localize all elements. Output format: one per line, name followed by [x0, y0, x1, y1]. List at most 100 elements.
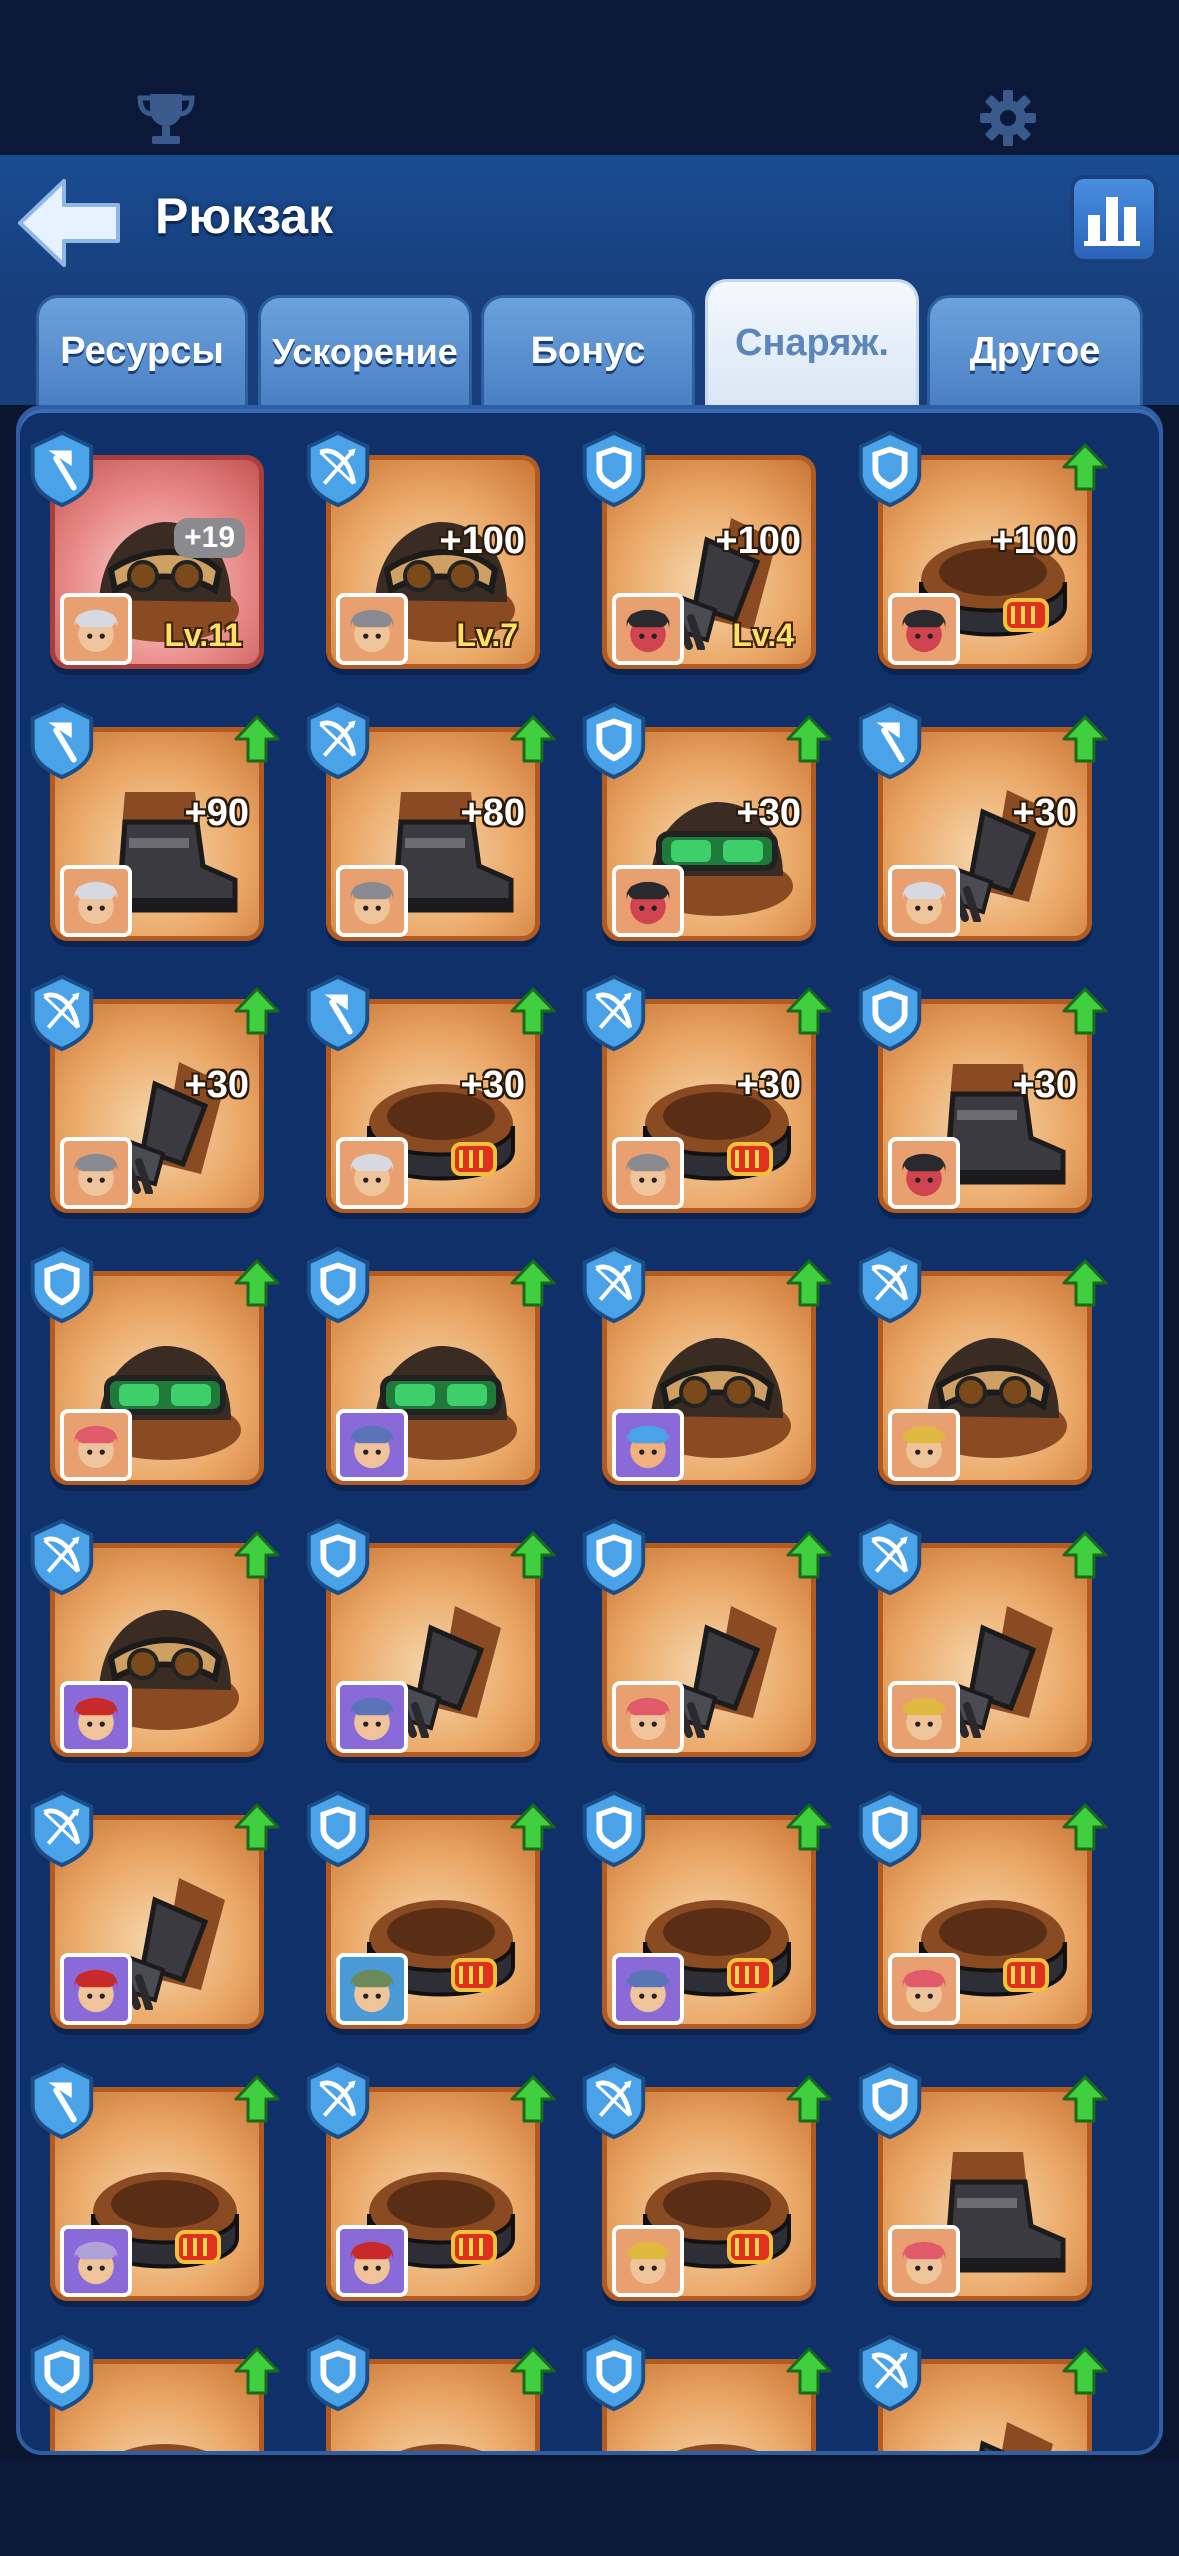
- equipment-slot[interactable]: +30: [26, 953, 280, 1213]
- item-bonus: +30: [1012, 1064, 1077, 1106]
- spear-type-icon: [306, 974, 370, 1052]
- item-bonus: +30: [736, 1064, 801, 1106]
- shield-type-icon: [858, 1790, 922, 1868]
- shield-type-icon: [582, 702, 646, 780]
- equipment-slot[interactable]: [578, 1769, 832, 2029]
- hero-avatar-knight: [612, 593, 684, 665]
- hero-avatar-pink-hat: [612, 1681, 684, 1753]
- bow-type-icon: [582, 1246, 646, 1324]
- bow-type-icon: [306, 2062, 370, 2140]
- hero-avatar-miner: [888, 1409, 960, 1481]
- equipment-slot[interactable]: +30: [302, 953, 556, 1213]
- equipment-slot[interactable]: [854, 2313, 1108, 2451]
- hero-avatar-bearded: [612, 1137, 684, 1209]
- upgrade-arrow-icon: [234, 987, 280, 1035]
- equipment-slot[interactable]: +30: [578, 953, 832, 1213]
- equipment-panel[interactable]: +19 Lv.11 +100 Lv.7 +100 Lv.4 +100 +90 +80 +30 +30…: [16, 405, 1163, 2455]
- equipment-slot[interactable]: [854, 1225, 1108, 1485]
- bow-type-icon: [30, 974, 94, 1052]
- equipment-slot[interactable]: [302, 1225, 556, 1485]
- equipment-slot[interactable]: [302, 2313, 556, 2451]
- tab-bar: Ресурсы Ускорение Бонус Снаряж. Другое: [0, 279, 1179, 405]
- equipment-slot[interactable]: +30: [854, 953, 1108, 1213]
- equipment-slot[interactable]: +100 Lv.4: [578, 409, 818, 669]
- upgrade-arrow-icon: [786, 987, 832, 1035]
- upgrade-arrow-icon: [510, 1531, 556, 1579]
- hero-avatar-knight: [888, 593, 960, 665]
- upgrade-arrow-icon: [234, 1531, 280, 1579]
- item-bonus: +90: [184, 792, 249, 834]
- hero-avatar-miner: [612, 2225, 684, 2297]
- equipment-slot[interactable]: [578, 2313, 832, 2451]
- tab-resources[interactable]: Ресурсы: [36, 295, 248, 405]
- upgrade-arrow-icon: [510, 1259, 556, 1307]
- tab-bonus[interactable]: Бонус: [481, 295, 695, 405]
- upgrade-arrow-icon: [1062, 443, 1108, 491]
- upgrade-arrow-icon: [234, 1803, 280, 1851]
- equipment-slot[interactable]: [302, 1769, 556, 2029]
- equipment-slot[interactable]: [578, 1225, 832, 1485]
- equipment-slot[interactable]: [854, 1497, 1108, 1757]
- item-bonus: +30: [1012, 792, 1077, 834]
- item-bonus: +100: [439, 520, 525, 562]
- hero-avatar-pink-hat: [60, 1409, 132, 1481]
- hero-avatar-goggles-man: [612, 1409, 684, 1481]
- equipment-slot[interactable]: [26, 2041, 280, 2301]
- equipment-slot[interactable]: [26, 1225, 280, 1485]
- bottom-bar: [0, 2460, 1179, 2556]
- stats-button[interactable]: [1070, 175, 1158, 263]
- gear-icon[interactable]: [978, 88, 1038, 148]
- equipment-slot[interactable]: [854, 1769, 1108, 2029]
- belt-icon: [400, 2444, 482, 2451]
- tab-other[interactable]: Другое: [927, 295, 1143, 405]
- equipment-slot[interactable]: +30: [578, 681, 832, 941]
- equipment-slot[interactable]: [302, 1497, 556, 1757]
- equipment-slot[interactable]: +80: [302, 681, 556, 941]
- upgrade-arrow-icon: [1062, 987, 1108, 1035]
- equipment-slot[interactable]: +100 Lv.7: [302, 409, 542, 669]
- shield-type-icon: [306, 2334, 370, 2412]
- hero-avatar-pink-hat: [888, 1953, 960, 2025]
- equipment-slot[interactable]: +90: [26, 681, 280, 941]
- equipment-slot[interactable]: +19 Lv.11: [26, 409, 266, 669]
- equipment-slot[interactable]: [578, 1497, 832, 1757]
- spear-type-icon: [858, 702, 922, 780]
- hero-avatar-dwarf: [336, 1681, 408, 1753]
- back-arrow-icon[interactable]: [14, 175, 124, 271]
- equipment-slot[interactable]: [26, 2313, 280, 2451]
- equipment-slot[interactable]: [26, 1769, 280, 2029]
- equipment-slot[interactable]: +100: [854, 409, 1108, 669]
- equipment-slot[interactable]: [26, 1497, 280, 1757]
- item-bonus: +30: [460, 1064, 525, 1106]
- upgrade-arrow-icon: [1062, 2347, 1108, 2395]
- item-bonus: +100: [991, 520, 1077, 562]
- hero-avatar-white-hair: [60, 865, 132, 937]
- bow-type-icon: [582, 2062, 646, 2140]
- hero-avatar-red-hair: [60, 1953, 132, 2025]
- shield-type-icon: [858, 430, 922, 508]
- tab-boost[interactable]: Ускорение: [258, 295, 472, 405]
- equipment-slot[interactable]: +30: [854, 681, 1108, 941]
- bow-type-icon: [582, 974, 646, 1052]
- tab-equipment[interactable]: Снаряж.: [705, 279, 919, 405]
- shield-type-icon: [858, 2062, 922, 2140]
- hero-avatar-knight: [888, 1137, 960, 1209]
- equipment-slot[interactable]: [302, 2041, 556, 2301]
- trophy-icon[interactable]: [136, 88, 196, 148]
- equipment-slot[interactable]: [578, 2041, 832, 2301]
- spear-type-icon: [30, 702, 94, 780]
- hero-avatar-red-hair: [60, 1681, 132, 1753]
- item-bonus: +30: [736, 792, 801, 834]
- item-level: Lv.11: [164, 617, 242, 653]
- upgrade-arrow-icon: [786, 1259, 832, 1307]
- bar-chart-icon: [1084, 197, 1140, 246]
- bow-type-icon: [306, 430, 370, 508]
- upgrade-arrow-icon: [510, 715, 556, 763]
- upgrade-arrow-icon: [510, 987, 556, 1035]
- bow-type-icon: [306, 702, 370, 780]
- shield-type-icon: [30, 1246, 94, 1324]
- bow-type-icon: [858, 2334, 922, 2412]
- upgrade-arrow-icon: [234, 715, 280, 763]
- equipment-slot[interactable]: [854, 2041, 1108, 2301]
- hero-avatar-dwarf: [336, 1409, 408, 1481]
